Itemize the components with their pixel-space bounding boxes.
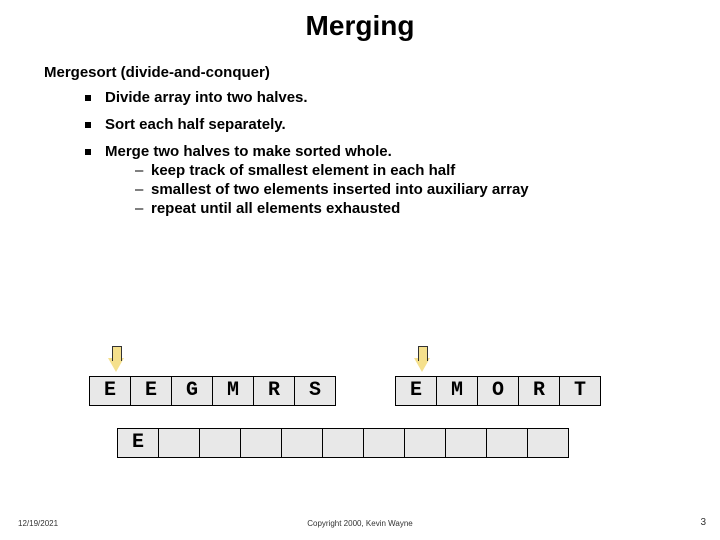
array-cell: G — [171, 376, 213, 406]
sub-bullet-insert: smallest of two elements inserted into a… — [135, 181, 720, 198]
array-cell: R — [253, 376, 295, 406]
array-cell — [486, 428, 528, 458]
array-cell — [199, 428, 241, 458]
page-title: Merging — [0, 0, 720, 42]
left-half-array: E E G M R S — [90, 376, 336, 406]
right-half-array: E M O R T — [396, 376, 601, 406]
bullet-merge-text: Merge two halves to make sorted whole. — [105, 143, 392, 160]
bullet-merge: Merge two halves to make sorted whole. k… — [85, 143, 720, 217]
footer-copyright: Copyright 2000, Kevin Wayne — [0, 519, 720, 528]
sub-bullet-track: keep track of smallest element in each h… — [135, 162, 720, 179]
array-cell: M — [212, 376, 254, 406]
sub-bullet-list: keep track of smallest element in each h… — [135, 162, 720, 217]
pointer-arrow-right-icon — [414, 358, 430, 372]
array-cell: S — [294, 376, 336, 406]
array-cell — [281, 428, 323, 458]
array-cell: E — [395, 376, 437, 406]
array-cell — [240, 428, 282, 458]
bullet-sort: Sort each half separately. — [85, 116, 720, 133]
array-cell: E — [89, 376, 131, 406]
array-cell — [527, 428, 569, 458]
array-cell: T — [559, 376, 601, 406]
auxiliary-array: E — [118, 428, 569, 458]
array-cell — [404, 428, 446, 458]
array-cell — [445, 428, 487, 458]
array-cell — [322, 428, 364, 458]
array-cell: E — [117, 428, 159, 458]
array-cell: R — [518, 376, 560, 406]
section-heading: Mergesort (divide-and-conquer) — [44, 64, 720, 81]
array-cell: O — [477, 376, 519, 406]
bullet-divide: Divide array into two halves. — [85, 89, 720, 106]
bullet-list: Divide array into two halves. Sort each … — [85, 89, 720, 217]
array-cell: M — [436, 376, 478, 406]
pointer-arrow-left-icon — [108, 358, 124, 372]
sub-bullet-repeat: repeat until all elements exhausted — [135, 200, 720, 217]
array-cell — [363, 428, 405, 458]
array-cell — [158, 428, 200, 458]
footer-page: 3 — [700, 517, 706, 528]
slide: Merging Mergesort (divide-and-conquer) D… — [0, 0, 720, 540]
array-cell: E — [130, 376, 172, 406]
